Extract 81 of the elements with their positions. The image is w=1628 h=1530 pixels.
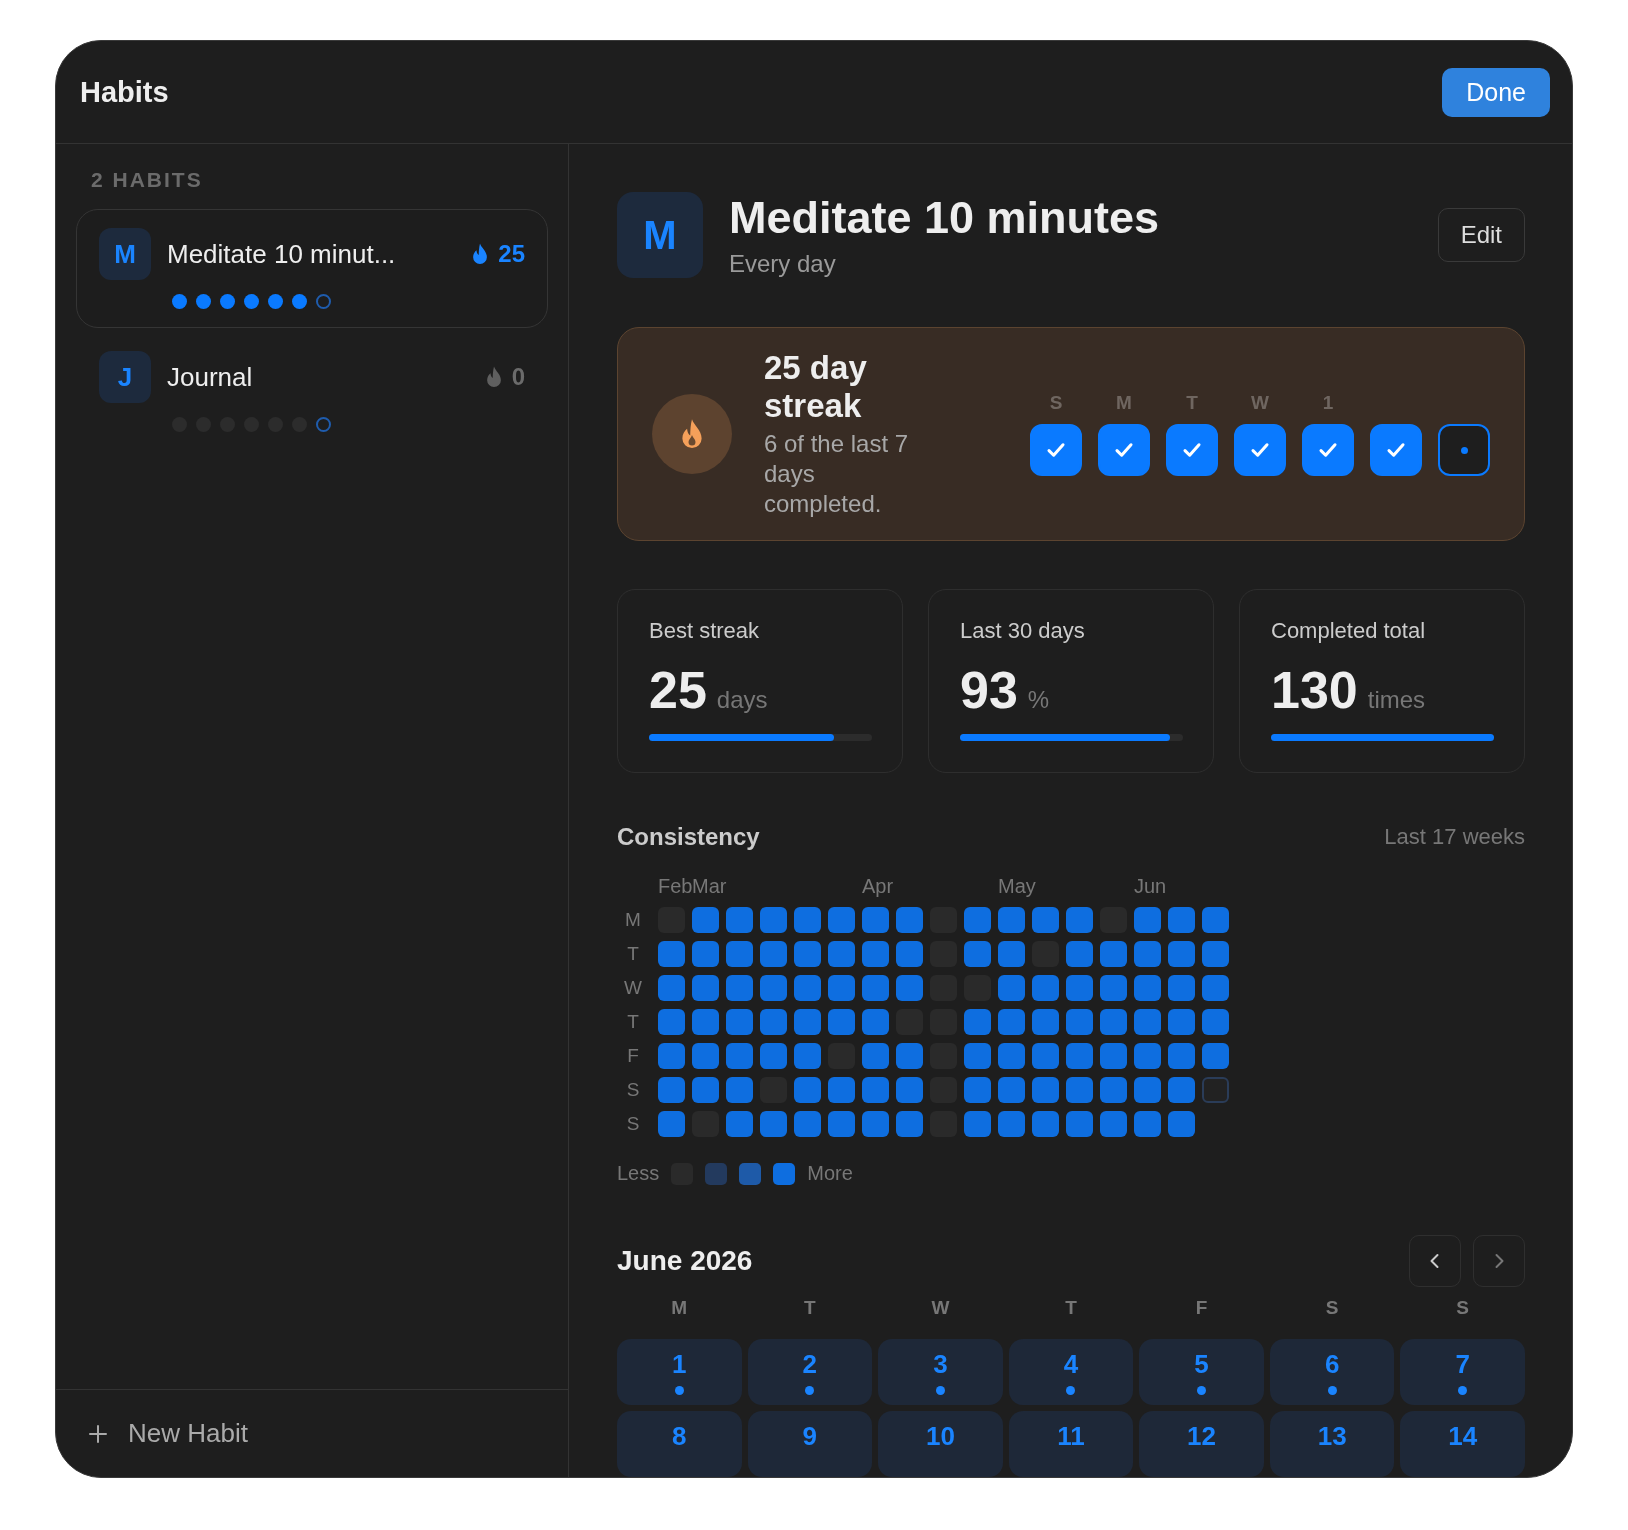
month-label: Apr <box>862 875 894 898</box>
day-checkbox[interactable] <box>1098 424 1150 476</box>
calendar-day[interactable]: 5 <box>1139 1339 1264 1405</box>
streak-count: 0 <box>511 363 525 391</box>
calendar-day[interactable]: 13 <box>1269 1411 1395 1477</box>
habit-title: Meditate 10 minutes <box>729 192 1161 244</box>
day-checkbox[interactable] <box>1438 424 1490 476</box>
calendar-day[interactable]: 11 <box>1008 1411 1134 1477</box>
weekday-label: W <box>623 976 643 1000</box>
habit-list-item[interactable]: M Meditate 10 minut... 25 <box>76 209 548 328</box>
streak-title: 25 day streak <box>764 349 868 425</box>
stat-unit: times <box>1367 686 1426 714</box>
day-checkbox[interactable] <box>1370 424 1422 476</box>
legend-swatch <box>705 1162 728 1185</box>
weekday-label: M <box>624 908 642 932</box>
stat-value: 130 <box>1271 660 1358 720</box>
day-checkbox[interactable] <box>1302 424 1354 476</box>
stat-unit: % <box>1027 686 1050 714</box>
range-label: Last 17 weeks <box>1384 824 1525 850</box>
calendar-day[interactable]: 6 <box>1269 1339 1395 1405</box>
habit-name: Journal <box>167 361 254 393</box>
habit-avatar: M <box>99 228 151 280</box>
stat-label: Last 30 days <box>960 618 1086 644</box>
day-checkbox[interactable] <box>1030 424 1082 476</box>
legend-label: More <box>807 1162 853 1185</box>
habit-list-item[interactable]: J Journal 0 <box>76 332 548 451</box>
weekday-label: S <box>1324 1297 1340 1320</box>
window-title: Habits <box>80 75 169 109</box>
stat-value: 93 <box>960 660 1018 720</box>
habit-name: Meditate 10 minut... <box>167 238 397 270</box>
plus-icon <box>88 1423 108 1444</box>
calendar-day[interactable]: 1 <box>617 1339 742 1405</box>
legend-label: Less <box>617 1162 660 1185</box>
weekday-label: 1 <box>1322 392 1334 414</box>
day-checkbox[interactable] <box>1234 424 1286 476</box>
stat-value: 25 <box>649 660 707 720</box>
weekday-label: S <box>1049 392 1063 414</box>
calendar-day[interactable]: 7 <box>1400 1339 1525 1405</box>
day-checkbox[interactable] <box>1166 424 1218 476</box>
streak-count: 25 <box>498 240 525 268</box>
stat-unit: days <box>716 686 768 714</box>
habit-avatar: J <box>99 351 151 403</box>
new-habit-button[interactable]: New Habit <box>56 1389 568 1477</box>
weekday-label: M <box>1116 392 1132 414</box>
weekday-label: S <box>1455 1297 1471 1320</box>
stat-label: Completed total <box>1271 618 1427 644</box>
calendar-day[interactable]: 12 <box>1139 1411 1264 1477</box>
weekday-label: W <box>930 1297 951 1320</box>
section-title: Consistency <box>617 823 760 851</box>
legend-swatch <box>773 1162 796 1185</box>
month-label: May <box>998 875 1036 898</box>
edit-button[interactable]: Edit <box>1437 208 1525 262</box>
weekday-label: F <box>1194 1297 1209 1320</box>
weekday-label: M <box>670 1297 689 1320</box>
month-label: Mar <box>692 875 727 898</box>
weekday-label: T <box>1186 392 1198 414</box>
habit-avatar: M <box>617 192 703 278</box>
streak-summary: 6 of the last 7 days completed. <box>764 428 910 519</box>
weekday-label: T <box>626 1010 640 1034</box>
weekday-label: S <box>625 1078 641 1102</box>
weekday-label: T <box>1064 1297 1078 1320</box>
legend-swatch <box>739 1162 762 1185</box>
weekday-label: T <box>803 1297 817 1320</box>
done-button[interactable]: Done <box>1442 67 1550 117</box>
month-label: Feb <box>658 875 693 898</box>
calendar-day[interactable]: 14 <box>1400 1411 1525 1477</box>
calendar-day[interactable]: 4 <box>1008 1339 1134 1405</box>
stat-label: Best streak <box>649 618 761 644</box>
weekday-label: T <box>626 942 640 966</box>
calendar-day[interactable]: 2 <box>747 1339 873 1405</box>
habit-schedule: Every day <box>729 250 837 278</box>
weekday-label: W <box>1251 392 1269 414</box>
month-label: Jun <box>1134 875 1167 898</box>
weekday-label: F <box>626 1044 640 1068</box>
calendar-day[interactable]: 9 <box>747 1411 873 1477</box>
section-heading: 2 HABITS <box>91 168 204 192</box>
calendar-day[interactable]: 3 <box>878 1339 1003 1405</box>
month-title: June 2026 <box>617 1245 754 1277</box>
weekday-label: S <box>625 1112 641 1136</box>
calendar-day[interactable]: 10 <box>878 1411 1003 1477</box>
calendar-day[interactable]: 8 <box>617 1411 742 1477</box>
